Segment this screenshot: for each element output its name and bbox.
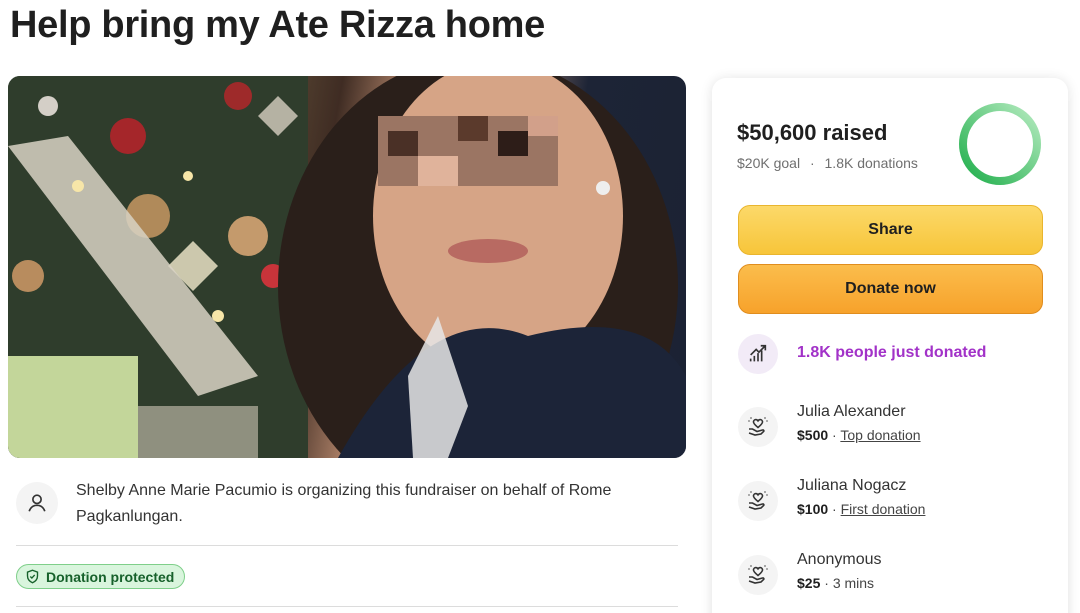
organizer-text: Shelby Anne Marie Pacumio is organizing …: [76, 482, 612, 525]
user-icon: [28, 494, 46, 512]
donor-row: Anonymous $25 · 3 mins: [738, 551, 1058, 601]
ornament-shape: [110, 118, 146, 154]
divider: [16, 545, 678, 546]
donation-protected-badge[interactable]: Donation protected: [16, 564, 186, 589]
donor-detail: $500 · Top donation: [797, 427, 921, 443]
donor-separator: ·: [828, 501, 841, 517]
organizer-row: Shelby Anne Marie Pacumio is organizing …: [16, 474, 678, 534]
donate-now-button[interactable]: Donate now: [738, 264, 1043, 314]
donation-sidebar: $50,600 raised $20K goal · 1.8K donation…: [712, 78, 1068, 613]
donor-separator: ·: [828, 427, 841, 443]
amount-raised: $50,600 raised: [737, 120, 888, 145]
heart-hands-icon: [738, 555, 778, 595]
donor-detail: $100 · First donation: [797, 501, 925, 517]
progress-ring: [959, 103, 1041, 185]
donor-name: Anonymous: [797, 551, 882, 568]
progress-ring-fill: [959, 103, 1041, 185]
donor-separator: ·: [820, 575, 833, 591]
recent-donations-text: 1.8K people just donated: [797, 344, 987, 361]
campaign-photo: [8, 76, 686, 458]
share-button-label: Share: [868, 221, 913, 238]
donate-now-button-label: Donate now: [845, 280, 936, 297]
goal-amount: $20K goal: [737, 155, 801, 171]
donation-protected-label: Donation protected: [46, 568, 175, 585]
donor-name: Juliana Nogacz: [797, 477, 907, 494]
heart-hands-icon: [738, 407, 778, 447]
heart-hands-icon: [738, 481, 778, 521]
donor-tag[interactable]: First donation: [841, 501, 926, 517]
page-title: Help bring my Ate Rizza home: [10, 4, 545, 46]
donor-amount: $25: [797, 575, 821, 591]
recent-donations-banner: 1.8K people just donated: [738, 331, 1068, 377]
donor-row: Juliana Nogacz $100 · First donation: [738, 477, 1058, 527]
trending-up-icon: [738, 334, 778, 374]
goal-summary: $20K goal · 1.8K donations: [737, 155, 918, 171]
donor-row: Julia Alexander $500 · Top donation: [738, 403, 1058, 453]
donor-amount: $500: [797, 427, 829, 443]
shield-check-icon: [26, 569, 39, 584]
organizer-avatar: [16, 482, 58, 524]
goal-separator: ·: [809, 155, 815, 171]
donor-tag[interactable]: Top donation: [840, 427, 920, 443]
donor-tag: 3 mins: [832, 575, 875, 591]
share-button[interactable]: Share: [738, 205, 1043, 255]
donation-count: 1.8K donations: [824, 155, 918, 171]
donor-amount: $100: [797, 501, 829, 517]
donor-detail: $25 · 3 mins: [797, 575, 874, 591]
divider: [16, 606, 678, 607]
donor-name: Julia Alexander: [797, 403, 906, 420]
